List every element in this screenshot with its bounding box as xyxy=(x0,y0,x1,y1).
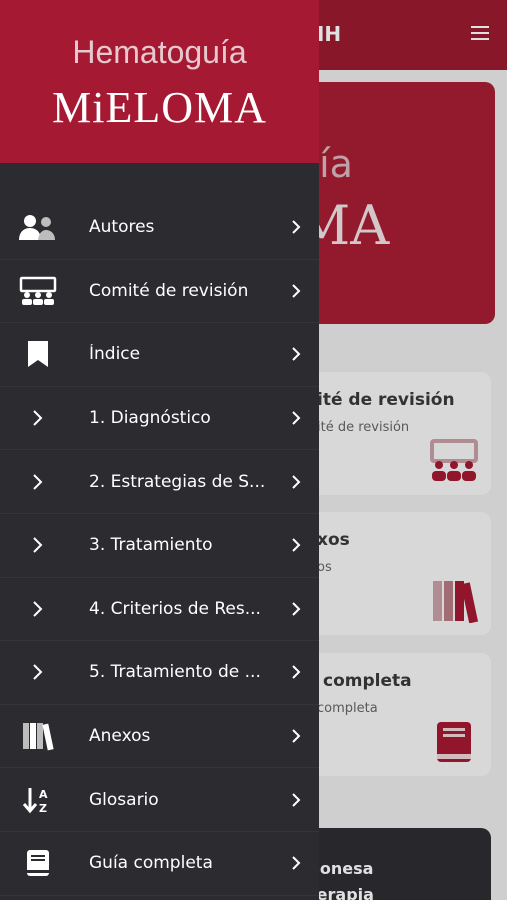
drawer-header: Hematoguía MiELOMA xyxy=(0,0,319,163)
menu-item-label: Guía completa xyxy=(89,853,213,874)
chevron-right-icon xyxy=(292,474,301,489)
chevron-right-icon xyxy=(33,410,43,426)
menu-item-label: 5. Tratamiento de ... xyxy=(89,662,261,683)
menu-item-indice[interactable]: Índice xyxy=(0,323,319,387)
book-icon xyxy=(18,847,58,879)
chevron-right-icon xyxy=(292,284,301,298)
menu-item-label: 1. Diagnóstico xyxy=(89,408,211,429)
menu-item-label: 4. Criterios de Res... xyxy=(89,598,261,619)
menu-item-label: Índice xyxy=(89,344,141,365)
committee-icon xyxy=(18,275,58,307)
menu-item-label: 2. Estrategias de S... xyxy=(89,471,266,492)
chevron-right-icon xyxy=(292,411,301,425)
menu-item-estrategias[interactable]: 2. Estrategias de S... xyxy=(0,450,319,514)
menu-item-label: 3. Tratamiento xyxy=(89,535,213,556)
chevron-right-icon xyxy=(292,602,301,616)
menu-item-label: Comité de revisión xyxy=(89,280,249,301)
menu-item-guia-completa[interactable]: Guía completa xyxy=(0,832,319,896)
drawer-menu: Autores Comité de revisión Índice 1. Dia… xyxy=(0,196,319,896)
chevron-right-icon xyxy=(33,601,43,617)
navigation-drawer: Hematoguía MiELOMA Autores Comité de rev… xyxy=(0,0,319,900)
books-icon xyxy=(18,720,58,752)
brand-title: Hematoguía xyxy=(72,34,247,70)
menu-item-glosario[interactable]: AZ Glosario xyxy=(0,768,319,832)
chevron-right-icon xyxy=(33,473,43,490)
chevron-right-icon xyxy=(33,537,43,553)
menu-item-tratamiento[interactable]: 3. Tratamiento xyxy=(0,514,319,578)
menu-item-label: Glosario xyxy=(89,789,159,810)
chevron-right-icon xyxy=(292,856,301,870)
chevron-right-icon xyxy=(292,729,301,743)
menu-item-anexos[interactable]: Anexos xyxy=(0,705,319,769)
users-icon xyxy=(18,211,58,243)
menu-item-diagnostico[interactable]: 1. Diagnóstico xyxy=(0,387,319,451)
svg-text:A: A xyxy=(39,788,48,801)
menu-item-label: Anexos xyxy=(89,726,151,747)
menu-item-comite[interactable]: Comité de revisión xyxy=(0,260,319,324)
sort-az-icon: AZ xyxy=(18,784,58,816)
menu-item-autores[interactable]: Autores xyxy=(0,196,319,260)
chevron-right-icon xyxy=(292,347,301,362)
chevron-right-icon xyxy=(33,664,43,681)
bookmark-icon xyxy=(18,338,58,370)
chevron-right-icon xyxy=(292,792,301,807)
chevron-right-icon xyxy=(292,665,301,680)
menu-item-tratamiento-de[interactable]: 5. Tratamiento de ... xyxy=(0,641,319,705)
svg-text:Z: Z xyxy=(39,802,47,815)
menu-item-criterios[interactable]: 4. Criterios de Res... xyxy=(0,578,319,642)
brand-logo-text: MiELOMA xyxy=(52,83,267,132)
menu-item-label: Autores xyxy=(89,217,155,238)
chevron-right-icon xyxy=(292,538,301,552)
chevron-right-icon xyxy=(292,220,301,235)
